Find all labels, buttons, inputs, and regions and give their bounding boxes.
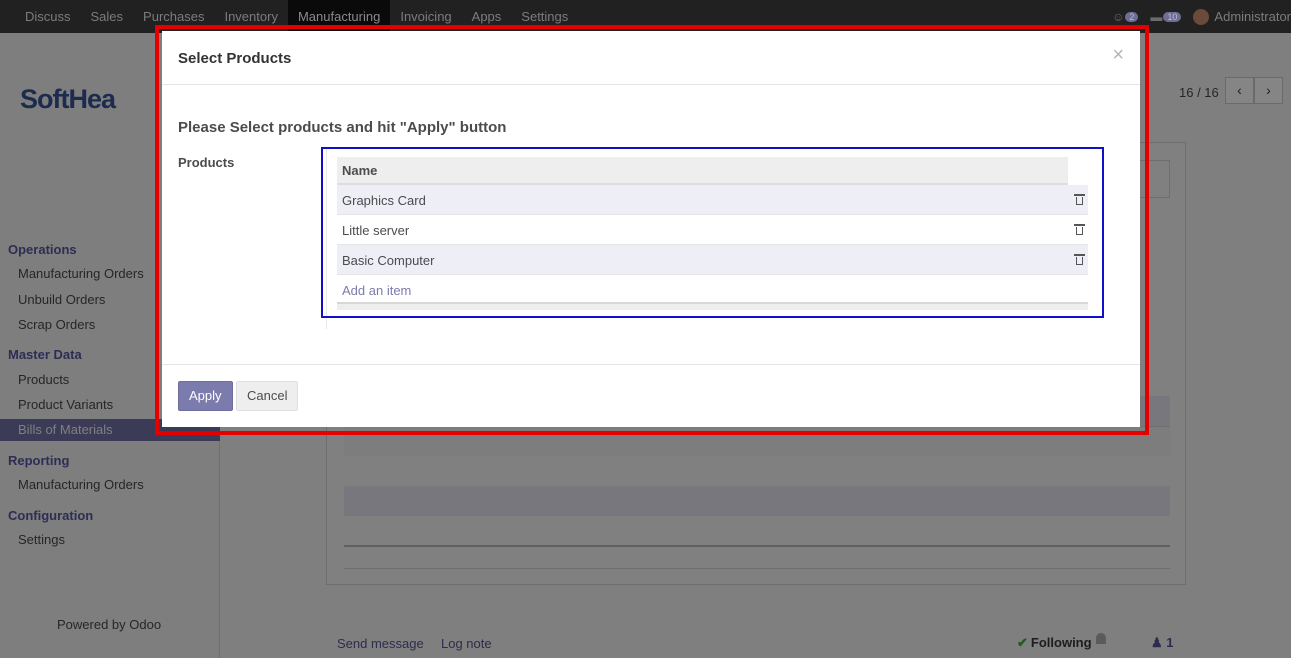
following-label: Following [1030,635,1092,650]
activity-indicator[interactable]: ▬ 10 [1150,9,1182,24]
user-name: Administrator [1214,9,1291,24]
dialog-footer: Apply Cancel [162,364,1140,427]
product-name[interactable]: Little server [342,223,409,238]
sidebar-item-scrap-orders[interactable]: Scrap Orders [18,317,95,332]
sidebar-section-configuration: Configuration [8,508,94,523]
trash-icon[interactable] [1074,194,1085,205]
add-item-row: Add an item [337,275,1088,304]
sidebar-item-settings[interactable]: Settings [18,532,65,547]
sidebar-item-label: Bills of Materials [18,422,113,437]
followers-count: 1 [1166,635,1174,650]
user-menu[interactable]: Administrator [1193,8,1291,25]
sidebar-item-product-variants[interactable]: Product Variants [18,397,113,412]
person-icon: ♟ [1151,635,1163,650]
list-item[interactable]: Basic Computer [337,245,1088,275]
menu-discuss[interactable]: Discuss [15,0,81,33]
select-products-dialog: Select Products × Please Select products… [162,31,1140,427]
pager-value: 16 / 16 [1179,85,1219,100]
dialog-header: Select Products × [162,31,1140,85]
list-item[interactable]: Graphics Card [337,185,1088,215]
divider [344,545,1170,547]
sidebar-section-reporting: Reporting [8,453,70,468]
divider [344,568,1170,569]
sidebar-section-operations: Operations [8,242,77,257]
list-item[interactable]: Little server [337,215,1088,245]
sidebar-item-manufacturing-orders[interactable]: Manufacturing Orders [18,266,144,281]
following-button[interactable]: ✔ Following [1017,635,1092,651]
column-header-name[interactable]: Name [342,163,377,178]
menu-sales[interactable]: Sales [81,0,134,33]
check-icon: ✔ [1017,635,1028,650]
list-footer [337,304,1088,310]
activity-count-badge: 10 [1163,11,1182,22]
send-message-button[interactable]: Send message [337,636,424,651]
sidebar-item-products[interactable]: Products [18,372,69,387]
list-header: Name [337,157,1068,185]
chat-icon: ☺ [1112,9,1125,24]
instruction-text: Please Select products and hit "Apply" b… [178,119,507,136]
chevron-right-icon: › [1266,82,1271,98]
chat-indicator[interactable]: ☺ 2 [1112,9,1139,24]
product-name[interactable]: Graphics Card [342,193,426,208]
add-item-link[interactable]: Add an item [342,283,411,298]
avatar [1193,8,1210,25]
trash-icon[interactable] [1074,254,1085,265]
sidebar-section-master-data: Master Data [8,347,82,362]
bell-icon[interactable] [1096,633,1106,644]
sidebar-item-unbuild-orders[interactable]: Unbuild Orders [18,292,105,307]
chevron-left-icon: ‹ [1237,82,1242,98]
sidebar-item-reporting-manufacturing-orders[interactable]: Manufacturing Orders [18,477,144,492]
pager-next-button[interactable]: › [1254,77,1283,104]
table-row [344,486,1170,516]
pager-previous-button[interactable]: ‹ [1225,77,1254,104]
company-logo: SoftHea [20,84,116,114]
products-list: Name Graphics Card Little server Basic C… [337,157,1088,310]
chat-count-badge: 2 [1125,11,1139,22]
trash-icon[interactable] [1074,224,1085,235]
log-note-button[interactable]: Log note [441,636,492,651]
cancel-button[interactable]: Cancel [236,381,299,411]
close-icon[interactable]: × [1112,45,1124,65]
dialog-title: Select Products [178,50,292,67]
product-name[interactable]: Basic Computer [342,253,434,268]
activity-icon: ▬ [1150,9,1163,24]
apply-button[interactable]: Apply [178,381,233,411]
powered-by[interactable]: Powered by Odoo [57,617,161,632]
products-field-label: Products [178,155,235,170]
followers-button[interactable]: ♟ 1 [1151,635,1174,651]
